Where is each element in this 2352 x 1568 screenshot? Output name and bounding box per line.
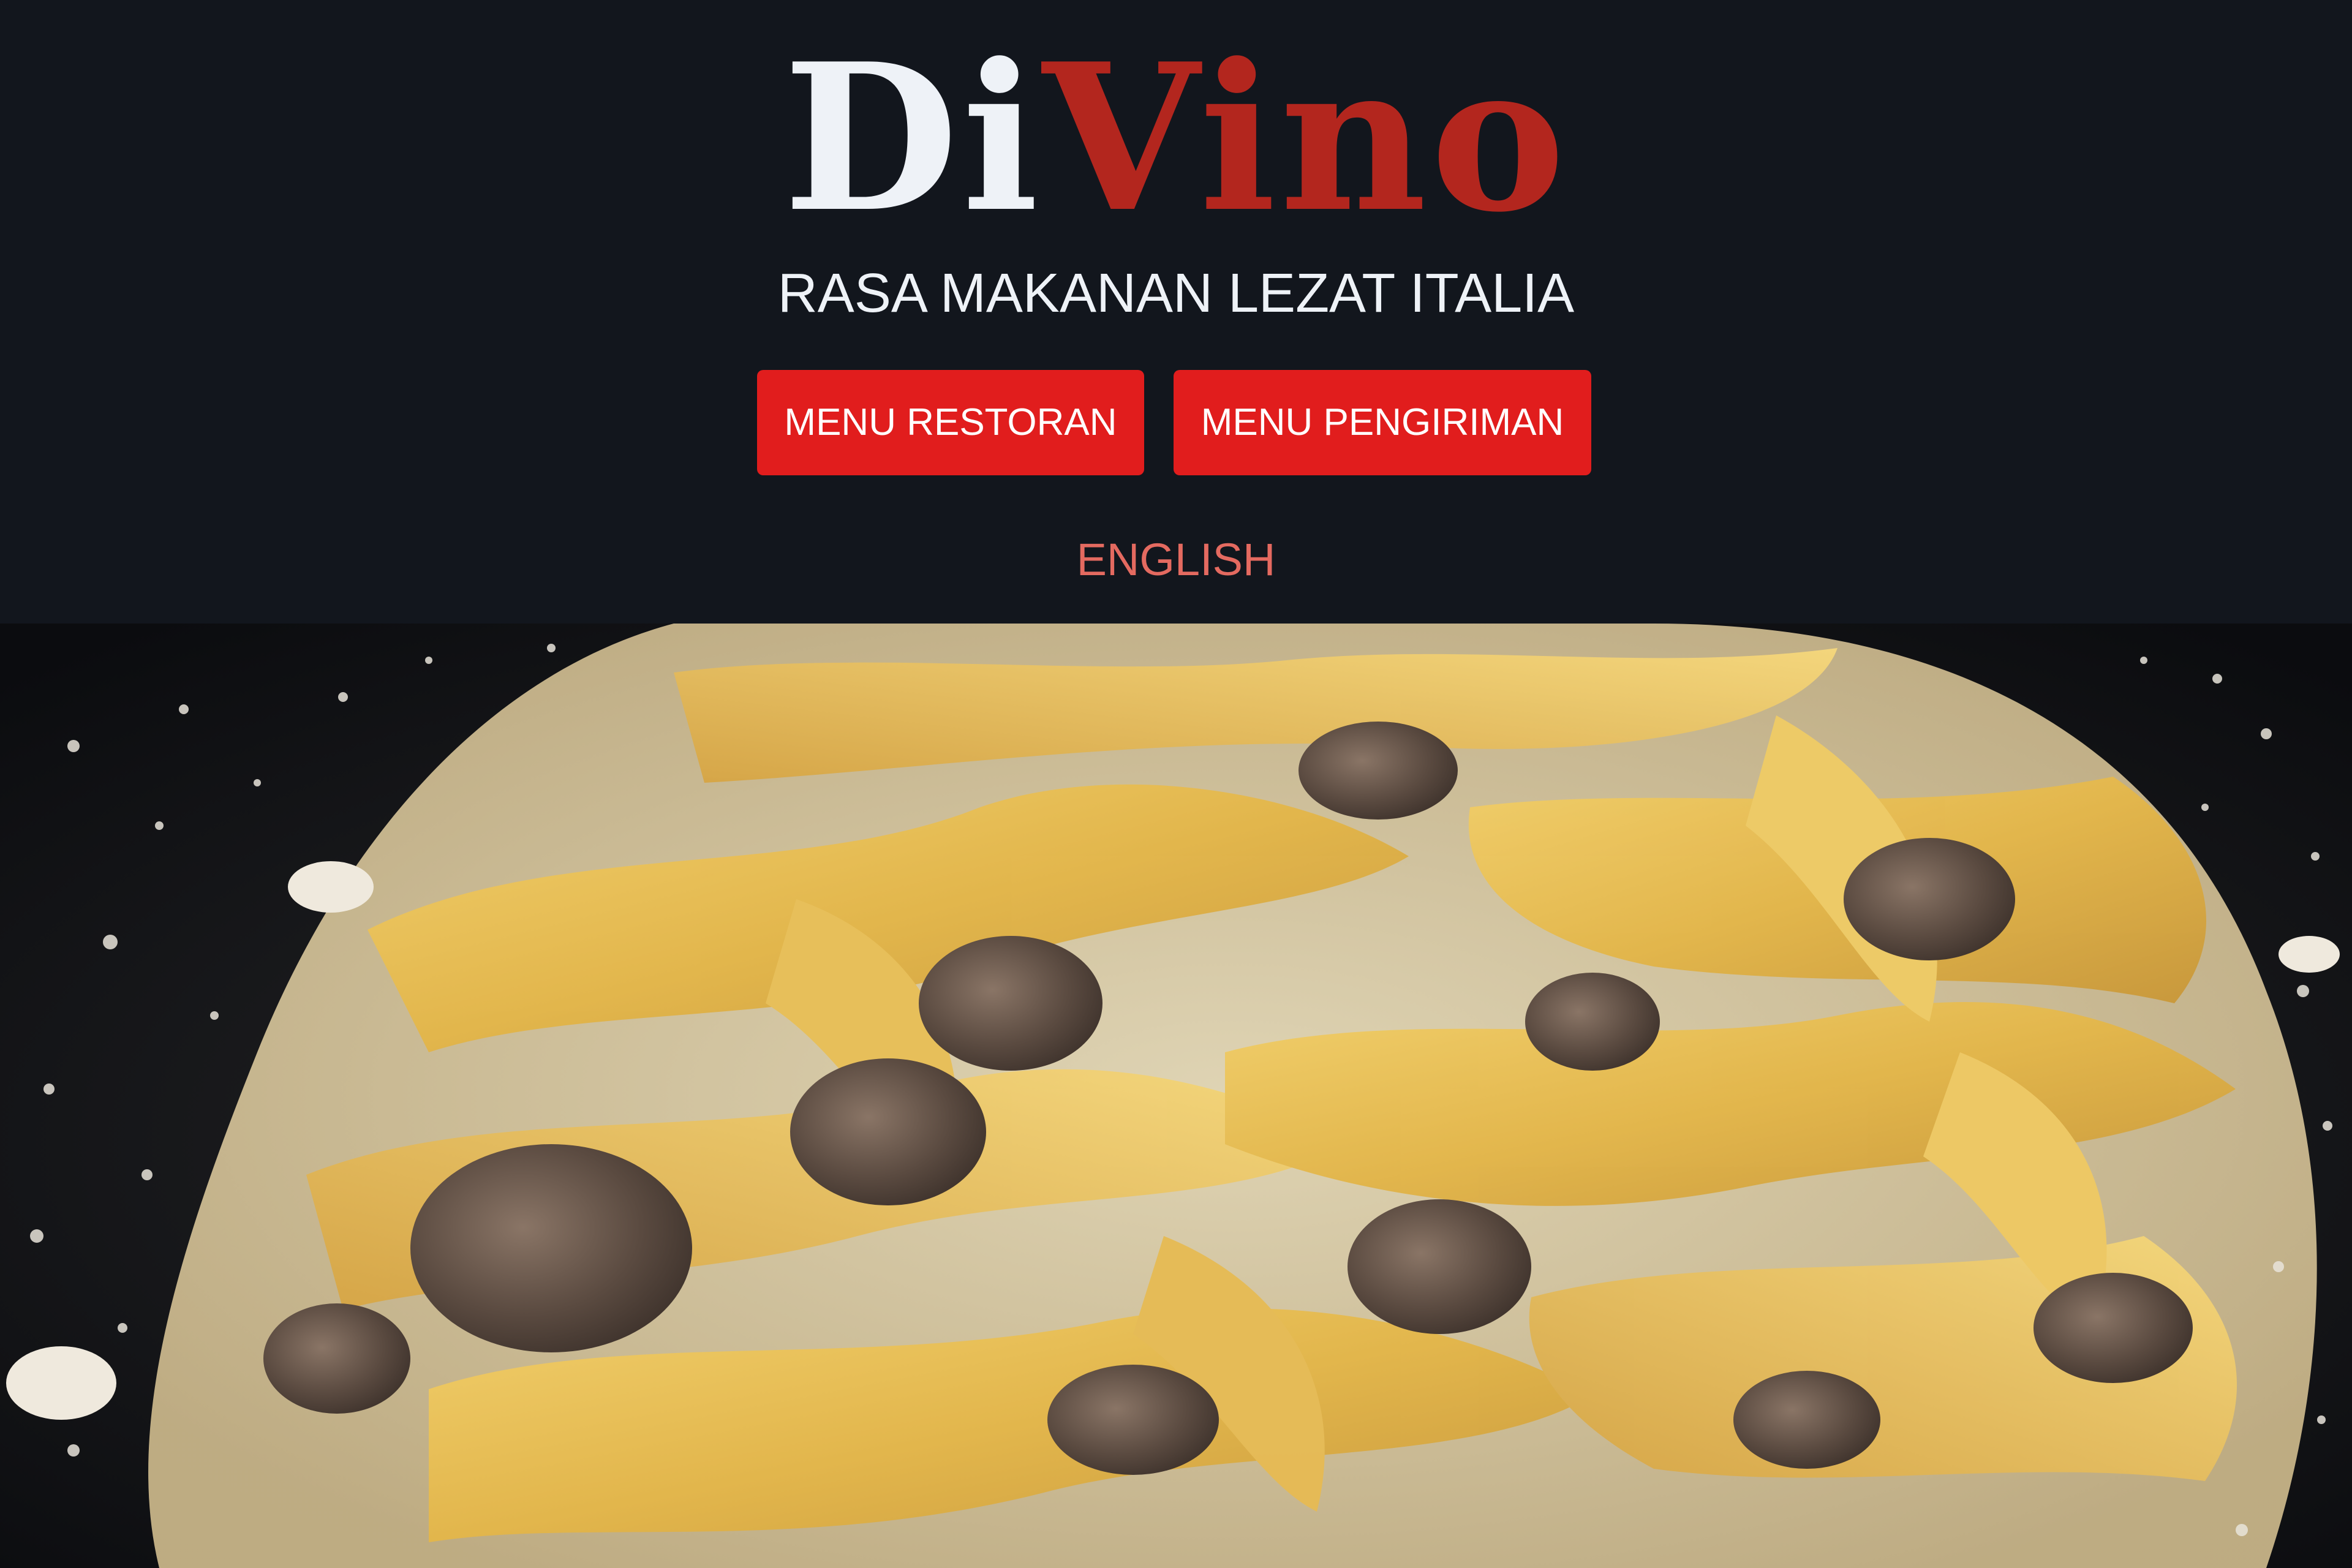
language-switch-wrapper: ENGLISH: [0, 529, 2352, 590]
english-language-link[interactable]: ENGLISH: [1077, 534, 1276, 585]
site-header: DiVino RASA MAKANAN LEZAT ITALIA MENU RE…: [0, 0, 2352, 624]
menu-pengiriman-button[interactable]: MENU PENGIRIMAN: [1174, 370, 1591, 475]
hero-pasta-image: [0, 624, 2352, 1568]
menu-restoran-button[interactable]: MENU RESTORAN: [757, 370, 1144, 475]
pasta-photo-illustration: [0, 624, 2352, 1568]
divino-logo[interactable]: DiVino: [0, 24, 2352, 251]
page: DiVino RASA MAKANAN LEZAT ITALIA MENU RE…: [0, 0, 2352, 1568]
logo-di-text: Di: [783, 19, 1042, 257]
logo-vino-text: Vino: [1042, 19, 1569, 257]
tagline: RASA MAKANAN LEZAT ITALIA: [777, 263, 1575, 324]
